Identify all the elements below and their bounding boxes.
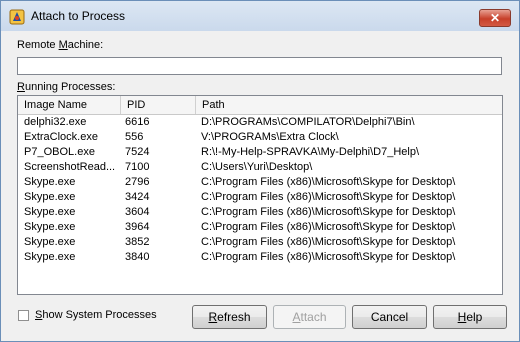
process-pid: 7100 (125, 161, 150, 173)
process-image-name: Skype.exe (24, 206, 76, 218)
process-path: C:\Program Files (x86)\Microsoft\Skype f… (201, 251, 456, 263)
column-header-image-name[interactable]: Image Name (18, 96, 121, 114)
attach-button[interactable]: Attach (273, 305, 346, 329)
process-row[interactable]: Skype.exe 2796 C:\Program Files (x86)\Micr… (18, 176, 502, 189)
process-pid: 3852 (125, 236, 150, 248)
process-pid: 3964 (125, 221, 150, 233)
process-row[interactable]: Skype.exe 3424 C:\Program Files (x86)\Micr… (18, 191, 502, 204)
process-path: C:\Program Files (x86)\Microsoft\Skype f… (201, 236, 456, 248)
process-row[interactable]: Skype.exe 3840 C:\Program Files (x86)\Micr… (18, 251, 502, 264)
process-image-name: Skype.exe (24, 251, 76, 263)
cancel-button[interactable]: Cancel (352, 305, 427, 329)
process-row[interactable]: ExtraClock.exe 556 V:\PROGRAMs\Extra Clock… (18, 131, 502, 144)
process-pid: 556 (125, 131, 144, 143)
close-icon: ✕ (489, 11, 501, 25)
process-path: C:\Program Files (x86)\Microsoft\Skype f… (201, 221, 456, 233)
process-row[interactable]: delphi32.exe 6616 D:\PROGRAMs\COMPILATOR\D… (18, 116, 502, 129)
process-image-name: Skype.exe (24, 191, 76, 203)
process-path: D:\PROGRAMs\COMPILATOR\Delphi7\Bin\ (201, 116, 415, 128)
help-button[interactable]: Help (433, 305, 507, 329)
running-processes-label: Running Processes: (17, 81, 116, 93)
show-system-processes-label: Show System Processes (35, 309, 157, 321)
process-image-name: P7_OBOL.exe (24, 146, 95, 158)
process-pid: 7524 (125, 146, 150, 158)
process-row[interactable]: Skype.exe 3852 C:\Program Files (x86)\Micr… (18, 236, 502, 249)
process-pid: 3604 (125, 206, 150, 218)
delphi-app-icon (9, 9, 25, 25)
column-header-path[interactable]: Path (196, 96, 502, 114)
process-image-name: Skype.exe (24, 236, 76, 248)
process-image-name: Skype.exe (24, 176, 76, 188)
show-system-processes-checkbox[interactable] (18, 310, 29, 321)
process-path: C:\Program Files (x86)\Microsoft\Skype f… (201, 176, 456, 188)
process-path: R:\!-My-Help-SPRAVKA\My-Delphi\D7_Help\ (201, 146, 420, 158)
process-pid: 3424 (125, 191, 150, 203)
window-title: Attach to Process (31, 9, 126, 23)
process-path: C:\Program Files (x86)\Microsoft\Skype f… (201, 191, 456, 203)
remote-machine-input[interactable] (17, 57, 502, 75)
title-bar: Attach to Process ✕ (1, 1, 519, 31)
process-pid: 2796 (125, 176, 150, 188)
remote-machine-label: Remote Machine: (17, 39, 104, 51)
process-row[interactable]: Skype.exe 3604 C:\Program Files (x86)\Micr… (18, 206, 502, 219)
close-button[interactable]: ✕ (479, 9, 511, 27)
refresh-button[interactable]: Refresh (192, 305, 267, 329)
process-pid: 3840 (125, 251, 150, 263)
process-path: V:\PROGRAMs\Extra Clock\ (201, 131, 339, 143)
process-image-name: Skype.exe (24, 221, 76, 233)
process-pid: 6616 (125, 116, 150, 128)
process-path: C:\Users\Yuri\Desktop\ (201, 161, 313, 173)
process-row[interactable]: Skype.exe 3964 C:\Program Files (x86)\Micr… (18, 221, 502, 234)
process-image-name: delphi32.exe (24, 116, 87, 128)
process-image-name: ExtraClock.exe (24, 131, 98, 143)
process-image-name: ScreenshotRead... (24, 161, 116, 173)
attach-to-process-dialog: Attach to Process ✕ Remote Machine: Runn… (0, 0, 520, 342)
process-path: C:\Program Files (x86)\Microsoft\Skype f… (201, 206, 456, 218)
process-list[interactable]: Image Name PID Path delphi32.exe 6616 D:\P… (17, 95, 503, 295)
process-row[interactable]: ScreenshotRead... 7100 C:\Users\Yuri\Deskt… (18, 161, 502, 174)
process-list-header: Image Name PID Path (18, 96, 502, 115)
process-row[interactable]: P7_OBOL.exe 7524 R:\!-My-Help-SPRAVKA\My-D… (18, 146, 502, 159)
column-header-pid[interactable]: PID (121, 96, 196, 114)
